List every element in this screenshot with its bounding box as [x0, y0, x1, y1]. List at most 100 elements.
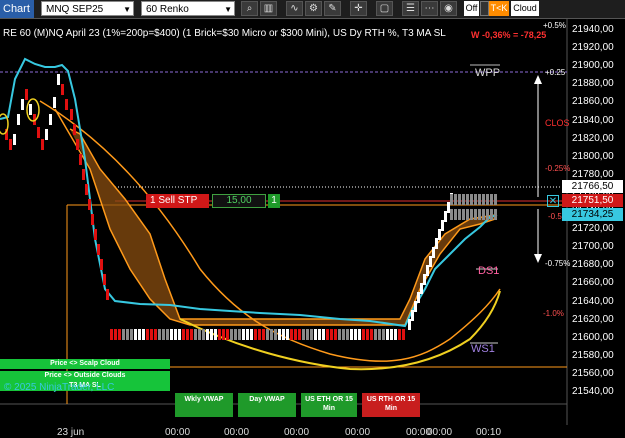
bar-type-value: 60 Renko — [146, 4, 189, 15]
renko-brick — [454, 209, 457, 220]
price-axis-tick: 21660,00 — [572, 277, 614, 289]
renko-brick — [286, 329, 289, 340]
price-axis-tick: 21800,00 — [572, 150, 614, 162]
renko-brick — [474, 209, 477, 220]
renko-brick — [45, 129, 48, 140]
bar-type-selector[interactable]: 60 Renko ▼ — [141, 1, 235, 16]
renko-brick — [490, 209, 493, 220]
renko-brick — [398, 329, 401, 340]
renko-brick — [374, 329, 377, 340]
renko-brick — [470, 209, 473, 220]
properties-icon[interactable]: ☰ — [402, 1, 419, 16]
clos-label: CLOS — [545, 118, 570, 128]
renko-brick — [258, 329, 261, 340]
renko-brick — [214, 329, 217, 340]
cloud-toggle[interactable]: Cloud — [511, 1, 539, 16]
tk-toggle[interactable]: T<K — [489, 1, 509, 16]
renko-brick — [162, 329, 165, 340]
us-rth-or-button[interactable]: US RTH OR 15 Min — [362, 393, 420, 417]
us-eth-or-button[interactable]: US ETH OR 15 Min — [301, 393, 357, 417]
indicators-icon[interactable]: ∿ — [286, 1, 303, 16]
renko-brick — [494, 209, 497, 220]
close-position-icon[interactable]: ✕ — [547, 195, 559, 207]
renko-brick — [262, 329, 265, 340]
renko-brick — [426, 265, 429, 276]
chart-panel[interactable]: RE 60 (M)NQ April 23 (1%=200p=$400) (1 B… — [0, 19, 625, 438]
renko-brick — [378, 329, 381, 340]
strategies-icon[interactable]: ⚙ — [305, 1, 322, 16]
renko-brick — [146, 329, 149, 340]
ws1-label: WS1 — [471, 343, 495, 355]
pct-plus-05: +0.5% — [543, 21, 566, 30]
renko-brick — [174, 329, 177, 340]
renko-brick — [370, 329, 373, 340]
instrument-selector[interactable]: MNQ SEP25 ▼ — [41, 1, 134, 16]
renko-brick — [37, 127, 40, 138]
price-axis-tick: 21540,00 — [572, 386, 614, 397]
current-price-flag: 21766,50 — [562, 180, 623, 193]
price-axis-tick: 21820,00 — [572, 132, 614, 144]
renko-brick — [350, 329, 353, 340]
search-icon[interactable]: ⌕ — [241, 1, 258, 16]
renko-brick — [97, 244, 100, 255]
weekly-vwap-button[interactable]: Wkly VWAP — [175, 393, 233, 417]
order-qty[interactable]: 1 — [268, 194, 280, 208]
renko-brick — [310, 329, 313, 340]
renko-brick — [134, 329, 137, 340]
draw-icon[interactable]: ✎ — [324, 1, 341, 16]
renko-brick — [478, 194, 481, 205]
renko-brick — [494, 194, 497, 205]
crosshair-icon[interactable]: ✛ — [350, 1, 367, 16]
renko-brick — [21, 99, 24, 110]
price-axis-tick: 21620,00 — [572, 313, 614, 325]
toggle-box[interactable] — [480, 1, 489, 16]
price-axis-tick: 21920,00 — [572, 42, 614, 54]
renko-brick — [226, 329, 229, 340]
renko-brick — [110, 329, 113, 340]
day-vwap-button[interactable]: Day VWAP — [238, 393, 296, 417]
sell-stop-order-label[interactable]: 1 Sell STP — [146, 194, 209, 208]
renko-brick — [186, 329, 189, 340]
renko-brick — [358, 329, 361, 340]
time-axis-tick: 00:00 — [224, 427, 250, 438]
renko-brick — [278, 329, 281, 340]
renko-brick — [106, 289, 109, 300]
renko-brick — [29, 104, 32, 115]
more-icon[interactable]: ⋯ — [421, 1, 438, 16]
order-price-field[interactable]: 15,00 — [212, 194, 266, 208]
account-icon[interactable]: ◉ — [440, 1, 457, 16]
renko-brick — [218, 329, 221, 340]
renko-brick — [490, 194, 493, 205]
renko-brick — [222, 329, 225, 340]
renko-brick — [76, 139, 79, 150]
renko-brick — [61, 84, 64, 95]
lock-icon[interactable]: ▢ — [376, 1, 393, 16]
chart-style-icon[interactable]: ▥ — [260, 1, 277, 16]
renko-brick — [458, 194, 461, 205]
renko-brick — [450, 209, 453, 220]
renko-brick — [423, 274, 426, 285]
renko-brick — [126, 329, 129, 340]
chevron-down-icon: ▼ — [123, 5, 131, 14]
price-axis-tick: 21780,00 — [572, 168, 614, 180]
renko-brick — [438, 229, 441, 240]
renko-brick — [230, 329, 233, 340]
time-axis-tick: 00:00 — [345, 427, 371, 438]
pct-minus-075: -0.75% — [545, 259, 571, 268]
chart-tab[interactable]: Chart — [0, 0, 34, 18]
renko-brick — [435, 238, 438, 249]
renko-brick — [65, 99, 68, 110]
renko-brick — [402, 329, 405, 340]
time-axis-tick: 00:10 — [476, 427, 502, 438]
renko-brick — [414, 301, 417, 312]
off-toggle[interactable]: Off — [464, 1, 479, 16]
renko-brick — [238, 329, 241, 340]
renko-brick — [234, 329, 237, 340]
pct-minus-025: -0.25% — [545, 164, 571, 173]
renko-brick — [206, 329, 209, 340]
renko-brick — [103, 274, 106, 285]
renko-brick — [274, 329, 277, 340]
renko-brick — [447, 202, 450, 213]
renko-brick — [250, 329, 253, 340]
time-axis-tick: 00:00 — [165, 427, 191, 438]
